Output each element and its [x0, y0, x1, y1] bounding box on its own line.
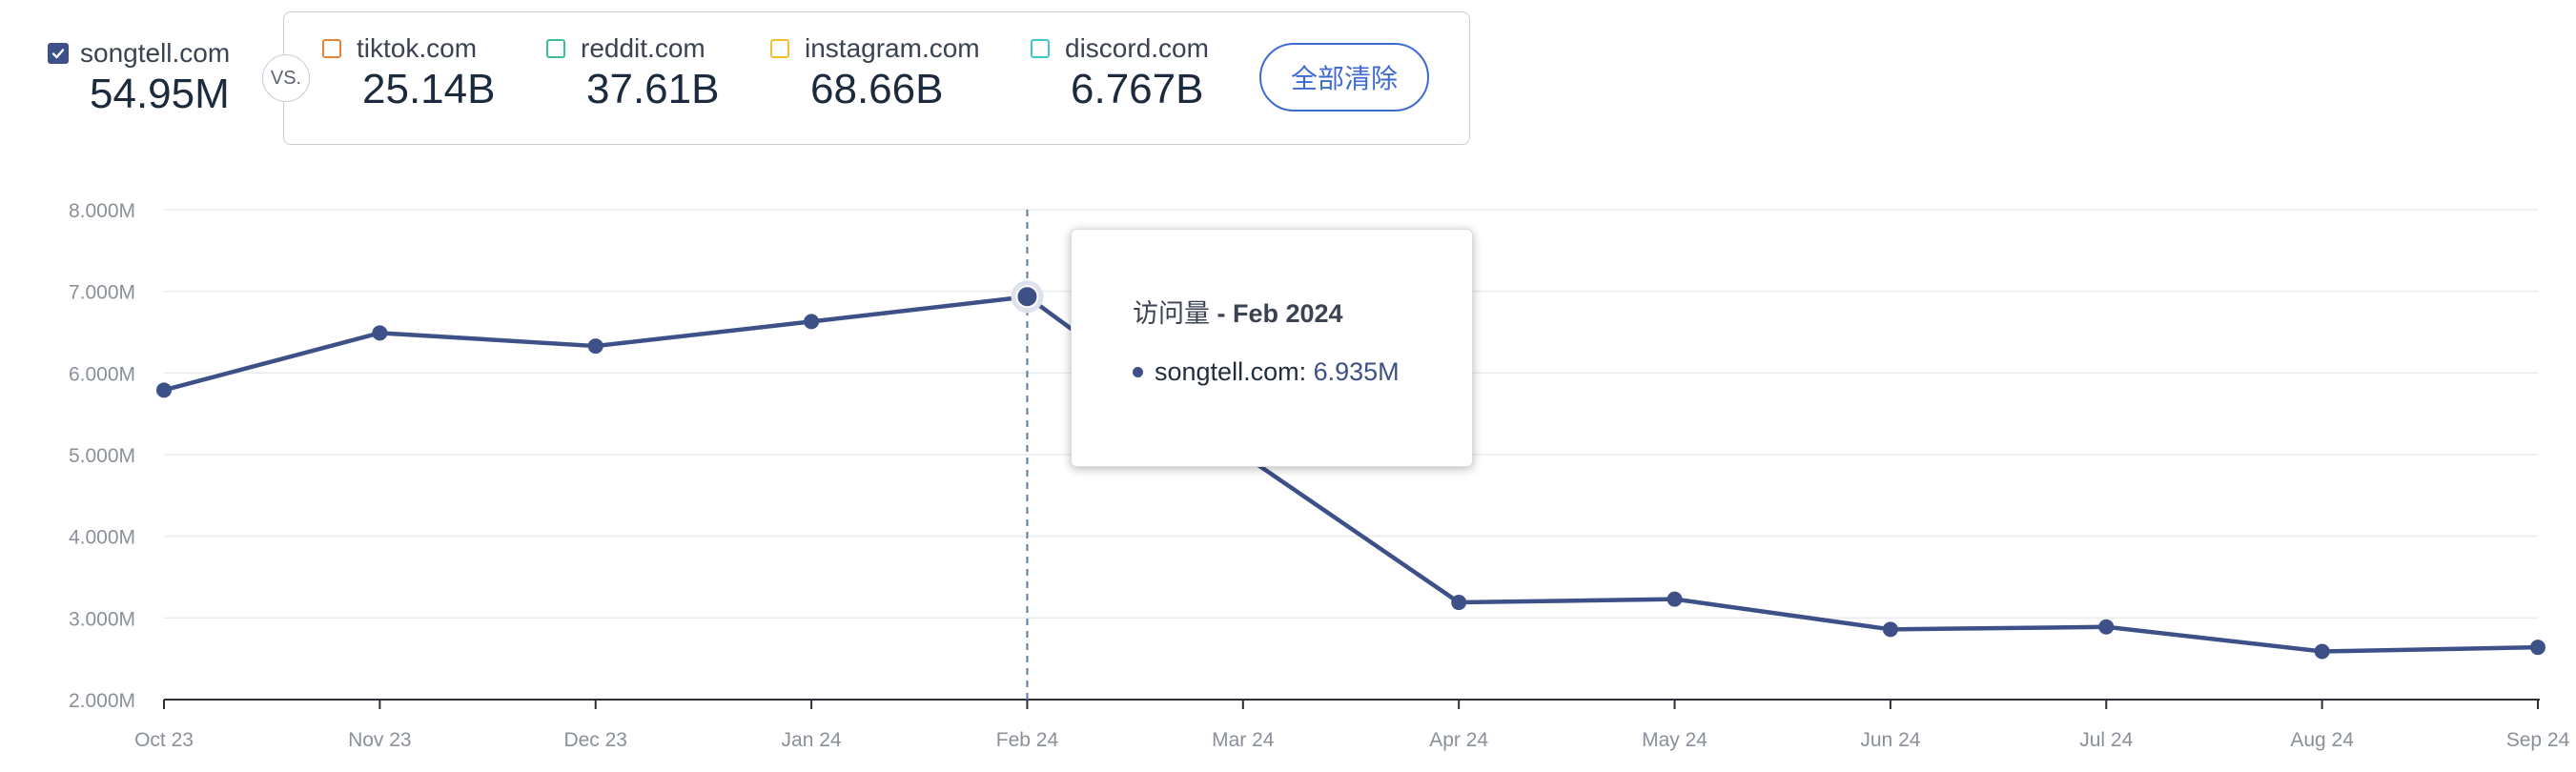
y-tick-label: 5.000M	[69, 445, 135, 467]
data-point	[156, 382, 172, 398]
tooltip-value: 6.935M	[1313, 357, 1400, 386]
data-point	[2530, 640, 2545, 656]
x-tick-label: Aug 24	[2290, 729, 2354, 751]
y-tick-label: 3.000M	[69, 608, 135, 630]
x-tick-label: Mar 24	[1212, 729, 1275, 751]
vs-badge: VS.	[262, 54, 310, 102]
data-point	[2098, 619, 2115, 635]
chart-tooltip: 访问量 - Feb 2024 songtell.com : 6.935M	[1071, 229, 1473, 467]
tooltip-series-name: songtell.com	[1155, 357, 1299, 386]
data-point	[2314, 643, 2330, 660]
x-tick-label: Jan 24	[782, 729, 842, 751]
x-tick-label: Jun 24	[1860, 729, 1920, 751]
tooltip-series-row: songtell.com : 6.935M	[1133, 357, 1400, 387]
y-tick-label: 2.000M	[69, 690, 135, 712]
y-tick-label: 4.000M	[69, 527, 135, 549]
y-tick-label: 7.000M	[69, 282, 135, 304]
x-tick-label: Dec 23	[563, 729, 627, 751]
x-axis: Oct 23 Nov 23 Dec 23 Jan 24 Feb 24 Mar 24 Apr …	[134, 699, 2570, 751]
data-point	[587, 338, 603, 355]
y-tick-label: 6.000M	[69, 363, 135, 385]
x-tick-label: Sep 24	[2506, 729, 2570, 751]
data-point	[1666, 591, 1683, 607]
y-tick-label: 8.000M	[69, 200, 135, 222]
tooltip-colon: :	[1298, 357, 1314, 386]
x-tick-label: Feb 24	[996, 729, 1059, 751]
tooltip-title: 访问量 - Feb 2024	[1133, 293, 1343, 330]
x-tick-label: Nov 23	[348, 729, 412, 751]
data-point	[372, 325, 388, 341]
data-point	[1882, 621, 1898, 638]
tooltip-separator: -	[1210, 299, 1233, 328]
y-axis-ticks: 2.000M 3.000M 4.000M 5.000M 6.000M 7.000M 8.00…	[69, 200, 135, 712]
x-tick-label: May 24	[1642, 729, 1707, 751]
data-point-highlight	[1015, 285, 1039, 309]
x-tick-label: Oct 23	[134, 729, 194, 751]
data-point	[1451, 595, 1467, 611]
tooltip-metric: 访问量	[1133, 299, 1210, 328]
tooltip-period: Feb 2024	[1233, 299, 1343, 328]
data-point	[804, 314, 820, 330]
x-tick-label: Apr 24	[1429, 729, 1488, 751]
x-tick-label: Jul 24	[2079, 729, 2133, 751]
series-dot-icon	[1133, 367, 1143, 377]
